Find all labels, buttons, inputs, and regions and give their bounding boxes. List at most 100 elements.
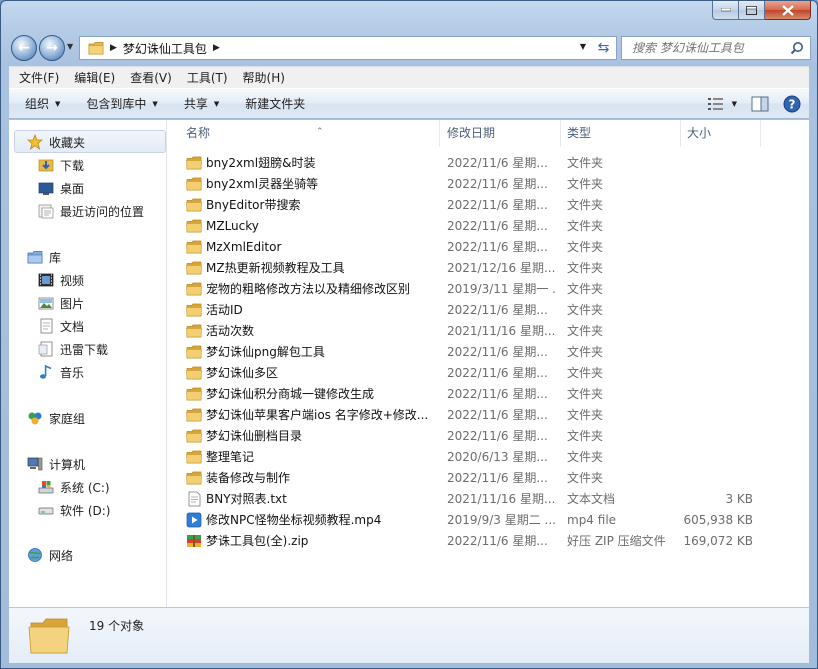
column-header-name[interactable]: 名称 ⌃ <box>180 120 440 147</box>
folder-icon <box>186 218 202 237</box>
sidebar-item-thunder[interactable]: 迅雷下载 <box>38 338 108 360</box>
file-date: 2019/9/3 星期二 ... <box>447 513 556 527</box>
search-box[interactable] <box>621 36 811 60</box>
sidebar-item-libraries[interactable]: 库 <box>27 246 61 268</box>
file-type: 文件夹 <box>567 282 604 296</box>
sort-ascending-icon: ⌃ <box>316 127 324 137</box>
folder-icon <box>186 344 202 363</box>
help-icon[interactable]: ? <box>783 95 801 113</box>
file-size <box>683 237 753 258</box>
folder-icon <box>186 155 202 174</box>
file-date: 2022/11/6 星期... <box>447 303 548 317</box>
table-row[interactable]: 活动次数 2021/11/16 星期... 文件夹 <box>168 321 768 342</box>
menu-view[interactable]: 查看(V) <box>125 69 177 86</box>
file-name: 装备修改与制作 <box>206 471 291 485</box>
folder-icon <box>186 239 202 258</box>
table-row[interactable]: MzXmlEditor 2022/11/6 星期... 文件夹 <box>168 237 768 258</box>
menu-edit[interactable]: 编辑(E) <box>69 69 120 86</box>
desktop-icon <box>38 180 54 196</box>
search-icon[interactable] <box>790 41 804 55</box>
sidebar-item-documents[interactable]: 文档 <box>38 315 84 337</box>
file-name: 整理笔记 <box>206 450 255 464</box>
table-row[interactable]: 装备修改与制作 2022/11/6 星期... 文件夹 <box>168 468 768 489</box>
new-folder-button[interactable]: 新建文件夹 <box>235 95 315 112</box>
file-date: 2022/11/6 星期... <box>447 240 548 254</box>
back-button[interactable]: ← <box>11 35 37 61</box>
table-row[interactable]: 梦幻诛仙png解包工具 2022/11/6 星期... 文件夹 <box>168 342 768 363</box>
sidebar-item-favorites[interactable]: 收藏夹 <box>27 131 85 153</box>
sidebar-item-music[interactable]: 音乐 <box>38 361 84 383</box>
file-name: MZ热更新视频教程及工具 <box>206 261 345 275</box>
sidebar-item-pictures[interactable]: 图片 <box>38 292 84 314</box>
column-name-label: 名称 <box>186 126 211 140</box>
minimize-icon <box>720 8 731 12</box>
file-date: 2022/11/6 星期... <box>447 471 548 485</box>
sidebar-item-videos[interactable]: 视频 <box>38 269 84 291</box>
table-row[interactable]: 整理笔记 2020/6/13 星期... 文件夹 <box>168 447 768 468</box>
breadcrumb-arrow-icon[interactable]: ▶ <box>110 43 117 53</box>
table-row[interactable]: 活动ID 2022/11/6 星期... 文件夹 <box>168 300 768 321</box>
table-row[interactable]: bny2xml灵器坐骑等 2022/11/6 星期... 文件夹 <box>168 174 768 195</box>
minimize-button[interactable] <box>712 1 739 20</box>
menu-file[interactable]: 文件(F) <box>14 69 64 86</box>
explorer-window: ← → ▼ ▶ 梦幻诛仙工具包 ▶ ▼ ⇆ 文件(F) 编辑(E) 查看(V) … <box>0 0 818 669</box>
include-library-button[interactable]: 包含到库中 ▼ <box>76 95 167 112</box>
column-header-type[interactable]: 类型 <box>561 120 681 147</box>
refresh-button[interactable]: ⇆ <box>591 36 617 60</box>
sidebar-item-downloads[interactable]: 下载 <box>38 154 84 176</box>
column-header-size[interactable]: 大小 <box>681 120 761 147</box>
table-row[interactable]: 梦诛工具包(全).zip 2022/11/6 星期... 好压 ZIP 压缩文件 16… <box>168 531 768 552</box>
recent-pages-dropdown[interactable]: ▼ <box>67 42 73 51</box>
close-button[interactable] <box>765 1 811 20</box>
breadcrumb[interactable]: 梦幻诛仙工具包 <box>123 40 207 57</box>
table-row[interactable]: MZLucky 2022/11/6 星期... 文件夹 <box>168 216 768 237</box>
menu-help[interactable]: 帮助(H) <box>238 69 290 86</box>
table-row[interactable]: MZ热更新视频教程及工具 2021/12/16 星期... 文件夹 <box>168 258 768 279</box>
address-bar[interactable]: ▶ 梦幻诛仙工具包 ▶ ▼ <box>79 36 593 60</box>
sidebar-item-drive-d[interactable]: 软件 (D:) <box>38 499 110 521</box>
table-row[interactable]: 梦幻诛仙删档目录 2022/11/6 星期... 文件夹 <box>168 426 768 447</box>
search-input[interactable] <box>632 37 792 59</box>
sidebar-item-desktop[interactable]: 桌面 <box>38 177 84 199</box>
table-row[interactable]: 梦幻诛仙苹果客户端ios 名字修改+修改... 2022/11/6 星期... 文件… <box>168 405 768 426</box>
file-date: 2022/11/6 星期... <box>447 429 548 443</box>
maximize-button[interactable] <box>739 1 765 20</box>
table-row[interactable]: bny2xml翅膀&时装 2022/11/6 星期... 文件夹 <box>168 153 768 174</box>
refresh-icon: ⇆ <box>597 40 610 56</box>
file-date: 2022/11/6 星期... <box>447 156 548 170</box>
sidebar-item-drive-c[interactable]: 系统 (C:) <box>38 476 110 498</box>
table-row[interactable]: 梦幻诛仙多区 2022/11/6 星期... 文件夹 <box>168 363 768 384</box>
folder-icon <box>186 407 202 426</box>
forward-button[interactable]: → <box>39 35 65 61</box>
sidebar-item-homegroup[interactable]: 家庭组 <box>27 407 85 429</box>
preview-pane-icon[interactable] <box>751 96 769 112</box>
file-type: 文件夹 <box>567 366 604 380</box>
sidebar-item-network[interactable]: 网络 <box>27 544 73 566</box>
file-size <box>683 258 753 279</box>
table-row[interactable]: 梦幻诛仙积分商城一键修改生成 2022/11/6 星期... 文件夹 <box>168 384 768 405</box>
column-header-date[interactable]: 修改日期 <box>441 120 561 147</box>
table-row[interactable]: 修改NPC怪物坐标视频教程.mp4 2019/9/3 星期二 ... mp4 fil… <box>168 510 768 531</box>
star-icon <box>27 134 43 150</box>
menu-tools[interactable]: 工具(T) <box>182 69 233 86</box>
sidebar-item-recent[interactable]: 最近访问的位置 <box>38 200 144 222</box>
file-date: 2022/11/6 星期... <box>447 366 548 380</box>
view-options-button[interactable]: ▼ <box>707 97 737 111</box>
file-name: 宠物的粗略修改方法以及精细修改区别 <box>206 282 411 296</box>
organize-button[interactable]: 组织 ▼ <box>15 95 70 112</box>
column-date-label: 修改日期 <box>447 126 496 140</box>
network-icon <box>27 547 43 563</box>
folder-icon <box>186 323 202 342</box>
file-list: 名称 ⌃ 修改日期 类型 大小 bny2xml翅膀&时装 2022/11/6 星期.… <box>168 120 809 607</box>
breadcrumb-arrow-icon[interactable]: ▶ <box>213 43 220 53</box>
file-date: 2022/11/6 星期... <box>447 198 548 212</box>
folder-icon <box>186 176 202 195</box>
sidebar-item-computer[interactable]: 计算机 <box>27 453 85 475</box>
chevron-down-icon[interactable]: ▼ <box>580 42 586 51</box>
table-row[interactable]: BnyEditor带搜索 2022/11/6 星期... 文件夹 <box>168 195 768 216</box>
folder-icon <box>186 449 202 468</box>
table-row[interactable]: 宠物的粗略修改方法以及精细修改区别 2019/3/11 星期一 ... 文件夹 <box>168 279 768 300</box>
share-button[interactable]: 共享 ▼ <box>174 95 229 112</box>
table-row[interactable]: BNY对照表.txt 2021/11/16 星期... 文本文档 3 KB <box>168 489 768 510</box>
file-name: 梦诛工具包(全).zip <box>206 534 309 548</box>
